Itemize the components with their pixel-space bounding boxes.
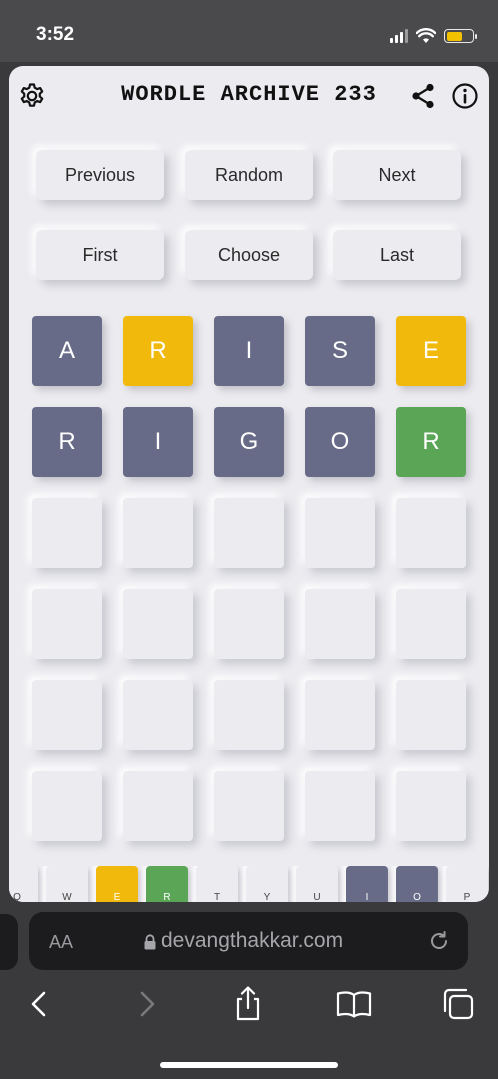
keyboard-key[interactable]: E [96, 866, 138, 902]
keyboard-key[interactable]: I [346, 866, 388, 902]
status-icons [390, 26, 477, 46]
cellular-signal-icon [390, 29, 408, 43]
forward-icon[interactable] [126, 984, 166, 1024]
board-tile: E [396, 316, 466, 386]
board-tile: I [123, 407, 193, 477]
url-text: devangthakkar.com [161, 929, 344, 952]
board-tile [123, 589, 193, 659]
next-button[interactable]: Next [333, 150, 461, 200]
board-tile [305, 771, 375, 841]
first-button[interactable]: First [36, 230, 164, 280]
keyboard-row: QWERTYUIOP [9, 866, 489, 902]
app-sheet: WORDLE ARCHIVE 233 Previous Random Next … [9, 66, 489, 902]
board-tile [214, 680, 284, 750]
status-time: 3:52 [36, 24, 75, 45]
app-header: WORDLE ARCHIVE 233 [9, 66, 489, 124]
board-tile [214, 589, 284, 659]
browser-bar: AA devangthakkar.com [0, 902, 498, 1079]
board-tile [396, 498, 466, 568]
board-tile: R [32, 407, 102, 477]
choose-button[interactable]: Choose [185, 230, 313, 280]
board-tile [396, 680, 466, 750]
keyboard-key[interactable]: U [296, 866, 338, 902]
board-tile [305, 498, 375, 568]
address-bar[interactable]: AA devangthakkar.com [29, 912, 468, 970]
random-button[interactable]: Random [185, 150, 313, 200]
keyboard-key[interactable]: W [46, 866, 88, 902]
back-icon[interactable] [20, 984, 60, 1024]
last-button[interactable]: Last [333, 230, 461, 280]
board-tile [123, 498, 193, 568]
tabs-icon[interactable] [437, 984, 477, 1024]
info-icon[interactable] [451, 82, 479, 110]
board-tile: R [123, 316, 193, 386]
share-sheet-icon[interactable] [228, 984, 268, 1024]
board-tile: I [214, 316, 284, 386]
board-tile: G [214, 407, 284, 477]
text-size-button[interactable]: AA [49, 932, 73, 953]
board-tile: A [32, 316, 102, 386]
status-bar: 3:52 [0, 0, 498, 62]
board-tile [32, 771, 102, 841]
home-indicator [160, 1062, 338, 1068]
board-tile [123, 680, 193, 750]
wifi-icon [416, 28, 436, 43]
board-tile [305, 680, 375, 750]
previous-button[interactable]: Previous [36, 150, 164, 200]
keyboard-key[interactable]: O [396, 866, 438, 902]
board-tile [123, 771, 193, 841]
board-tile [396, 771, 466, 841]
previous-tab-peek[interactable] [0, 914, 18, 970]
board-tile: R [396, 407, 466, 477]
board-tile [32, 589, 102, 659]
keyboard-key[interactable]: P [446, 866, 488, 902]
battery-icon [444, 29, 477, 43]
board-tile [214, 771, 284, 841]
board-tile [305, 589, 375, 659]
share-icon[interactable] [409, 82, 437, 110]
reload-icon[interactable] [428, 930, 450, 952]
keyboard-key[interactable]: Q [9, 866, 38, 902]
board-tile [32, 680, 102, 750]
board-tile: O [305, 407, 375, 477]
keyboard-key[interactable]: T [196, 866, 238, 902]
board-tile [396, 589, 466, 659]
board-tile: S [305, 316, 375, 386]
keyboard-key[interactable]: Y [246, 866, 288, 902]
keyboard-key[interactable]: R [146, 866, 188, 902]
board-tile [214, 498, 284, 568]
board-tile [32, 498, 102, 568]
lock-icon [144, 934, 156, 950]
bookmarks-icon[interactable] [334, 984, 374, 1024]
